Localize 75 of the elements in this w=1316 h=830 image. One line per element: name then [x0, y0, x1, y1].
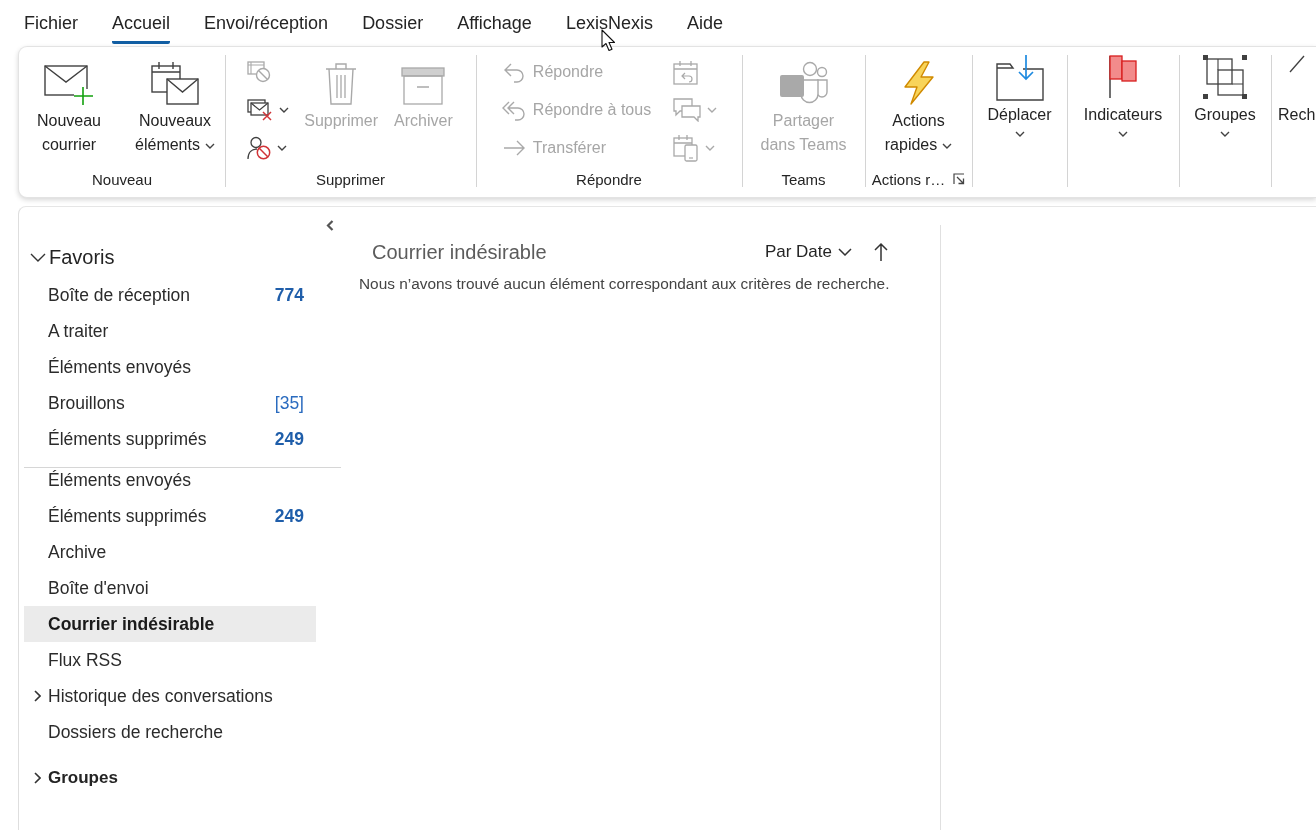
caret-icon [705, 145, 716, 151]
dialog-launcher-icon[interactable] [953, 173, 966, 185]
empty-message: Nous n’avons trouvé aucun élément correspondant aux critères de recherche. [359, 275, 891, 293]
folder-item[interactable]: Flux RSS [24, 642, 316, 678]
caret-icon [1118, 131, 1128, 137]
reply-all-arrow-icon [501, 99, 526, 121]
people-tile-icon [778, 61, 829, 105]
caret-icon [942, 142, 953, 149]
ribbon-button[interactable]: Rech [1275, 53, 1316, 127]
envelope-x-icon [247, 99, 274, 121]
collapse-chevron-icon[interactable] [326, 219, 334, 231]
caret-icon [1014, 131, 1025, 137]
menu-tab[interactable]: Envoi/réception [204, 11, 329, 44]
caret-icon [707, 107, 718, 113]
trash-icon [325, 63, 358, 105]
person-prohibited-icon [247, 136, 272, 160]
caret-icon [279, 107, 290, 113]
quick-actions-button[interactable]: Actions rapides [869, 53, 968, 157]
chevron-right-icon [34, 772, 41, 784]
folder-item[interactable]: Boîte de réception 774 [24, 277, 316, 313]
menu-tab[interactable]: Aide [686, 11, 723, 44]
unread-count: 249 [274, 505, 304, 527]
overlapping-squares-icon [1203, 55, 1247, 99]
flag-button[interactable]: Indicateurs [1080, 53, 1166, 137]
calendar-envelope-icon [151, 61, 199, 105]
caret-icon [204, 142, 215, 149]
item-count: [35] [274, 392, 304, 414]
groups-header[interactable]: Groupes [24, 760, 316, 796]
folder-item[interactable]: A traiter [24, 313, 316, 349]
folder-item[interactable]: Brouillons [35] [24, 385, 316, 421]
archive-box-icon [401, 67, 446, 105]
chat-bubbles-icon [673, 98, 702, 122]
folder-item[interactable]: Éléments envoyés [24, 462, 316, 498]
menu-tab[interactable]: Dossier [362, 11, 424, 44]
reply-arrow-icon [502, 61, 525, 83]
move-button[interactable]: Déplacer [984, 53, 1055, 137]
favorites-header[interactable]: Favoris [24, 237, 316, 277]
folder-item[interactable]: Éléments supprimés 249 [24, 498, 316, 534]
group-label: Supprimer [315, 170, 386, 188]
forward-arrow-icon [502, 140, 525, 156]
group-label: Actions r… [871, 170, 946, 188]
envelope-plus-icon [44, 65, 94, 105]
menu-tab[interactable]: Fichier [24, 11, 78, 44]
folder-item[interactable]: Dossiers de recherche [24, 714, 316, 750]
folder-item[interactable]: Historique des conversations [24, 678, 316, 714]
group-label: Nouveau [91, 170, 152, 188]
folder-item[interactable]: Archive [24, 534, 316, 570]
unread-count: 249 [274, 428, 304, 450]
folder-title: Courrier indésirable [372, 240, 547, 264]
new-mail-button[interactable]: Nouveau courrier [20, 53, 118, 157]
chevron-down-icon [838, 248, 852, 256]
arrow-up-icon[interactable] [874, 242, 888, 262]
chevron-down-icon [30, 252, 46, 262]
group-label: Répondre [576, 170, 642, 188]
sort-button[interactable]: Par Date [764, 242, 852, 262]
folder-item[interactable]: Éléments supprimés 249 [24, 421, 316, 457]
unread-count: 774 [274, 284, 304, 306]
diagonal-line-icon [1288, 55, 1305, 73]
group-label: Teams [781, 170, 826, 188]
groups-button[interactable]: Groupes [1191, 53, 1259, 137]
envelope-prohibited-icon [247, 61, 272, 83]
new-items-button[interactable]: Nouveaux éléments [126, 53, 224, 157]
chevron-right-icon[interactable] [34, 690, 41, 702]
calendar-phone-icon [673, 134, 700, 162]
caret-icon [1220, 131, 1230, 137]
folder-item[interactable]: Courrier indésirable [24, 606, 316, 642]
lightning-icon [901, 61, 936, 105]
calendar-reply-icon [673, 59, 700, 85]
folder-arrow-icon [995, 55, 1044, 101]
menu-tab[interactable]: LexisNexis [565, 11, 653, 44]
folder-item[interactable]: Éléments envoyés [24, 349, 316, 385]
folder-item[interactable]: Boîte d'envoi [24, 570, 316, 606]
caret-icon [277, 145, 288, 151]
flag-icon [1108, 55, 1138, 98]
menu-tab[interactable]: Affichage [457, 11, 532, 44]
